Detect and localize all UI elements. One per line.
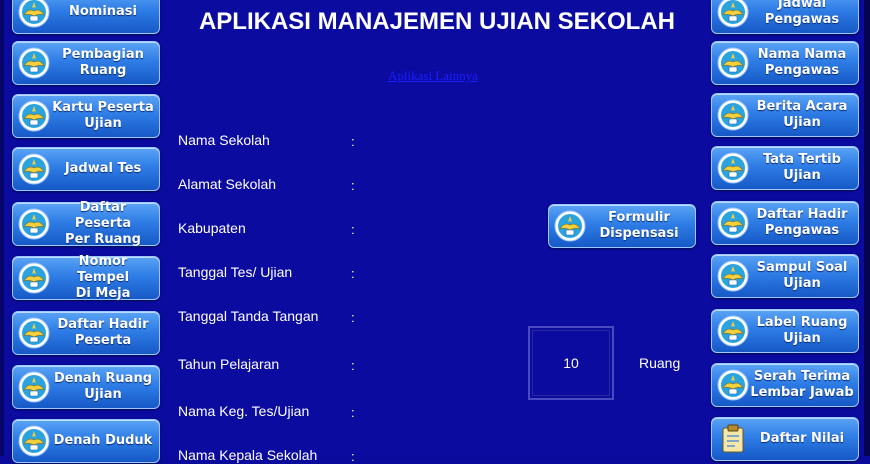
button-label: Label Ruang Ujian: [756, 315, 848, 346]
tut-wuri-logo-icon: [716, 151, 750, 185]
tut-wuri-logo-icon: [17, 261, 51, 295]
label-tahun-pelajaran: Tahun Pelajaran: [178, 356, 280, 372]
separator-colon: :: [351, 310, 355, 325]
button-label: Berita Acara Ujian: [756, 99, 848, 130]
tut-wuri-logo-icon: [716, 368, 750, 402]
serah-terima-button[interactable]: Serah Terima Lembar Jawab: [711, 363, 859, 407]
separator-colon: :: [351, 266, 355, 281]
button-label: Daftar Hadir Pengawas: [756, 207, 848, 238]
separator-colon: :: [351, 405, 355, 420]
daftar-hadir-peserta-button[interactable]: Daftar Hadir Peserta: [12, 311, 160, 355]
window-edge-left: [0, 0, 4, 456]
button-label: Pembagian Ruang: [62, 47, 144, 78]
daftar-peserta-button[interactable]: Daftar Peserta Per Ruang: [12, 200, 160, 247]
tut-wuri-logo-icon: [716, 259, 750, 293]
button-label: Nominasi: [68, 4, 138, 19]
other-apps-link[interactable]: Aplikasi Lainnya: [388, 68, 478, 84]
button-label: Jadwal Tes: [64, 161, 142, 176]
button-label: Formulir Dispensasi: [599, 210, 679, 241]
separator-colon: :: [351, 449, 355, 464]
button-label: Nama Nama Pengawas: [757, 47, 847, 78]
tanggal-tes-field[interactable]: [362, 262, 692, 282]
room-count-field[interactable]: 10: [528, 326, 614, 400]
button-label: Sampul Soal Ujian: [756, 260, 848, 291]
tut-wuri-logo-icon: [17, 152, 51, 186]
kartu-peserta-button[interactable]: Kartu Peserta Ujian: [12, 94, 160, 138]
tut-wuri-logo-icon: [17, 370, 51, 404]
pembagian-ruang-button[interactable]: Pembagian Ruang: [12, 41, 160, 85]
separator-colon: :: [351, 222, 355, 237]
tata-tertib-button[interactable]: Tata Tertib Ujian: [711, 146, 859, 190]
label-ruang-button[interactable]: Label Ruang Ujian: [711, 309, 859, 353]
tut-wuri-logo-icon: [716, 0, 750, 29]
page-title: APLIKASI MANAJEMEN UJIAN SEKOLAH: [198, 8, 676, 35]
nominasi-button[interactable]: Nominasi: [12, 0, 160, 34]
button-label: Nomor Tempel Di Meja: [75, 254, 131, 301]
berita-acara-button[interactable]: Berita Acara Ujian: [711, 93, 859, 137]
separator-colon: :: [351, 358, 355, 373]
nama-kepala-sekolah-field[interactable]: [362, 445, 692, 456]
tut-wuri-logo-icon: [553, 209, 587, 243]
alamat-sekolah-field[interactable]: [362, 174, 692, 194]
room-label: Ruang: [639, 355, 681, 371]
button-label: Denah Ruang Ujian: [53, 371, 152, 402]
button-label: Daftar Peserta Per Ruang: [65, 200, 141, 247]
tut-wuri-logo-icon: [716, 206, 750, 240]
kabupaten-field[interactable]: [362, 218, 542, 238]
nama-sekolah-field[interactable]: [362, 130, 692, 150]
button-label: Serah Terima Lembar Jawab: [750, 369, 854, 400]
nama-kegiatan-field[interactable]: [362, 401, 692, 421]
button-label: Jadwal Pengawas: [764, 0, 840, 27]
tahun-pelajaran-field[interactable]: [362, 354, 522, 374]
label-tanggal-tanda-tangan: Tanggal Tanda Tangan: [178, 308, 319, 324]
tut-wuri-logo-icon: [17, 0, 51, 29]
label-nama-kegiatan: Nama Keg. Tes/Ujian: [178, 403, 310, 419]
denah-duduk-button[interactable]: Denah Duduk: [12, 419, 160, 463]
tut-wuri-logo-icon: [716, 46, 750, 80]
room-count-value: 10: [563, 355, 579, 371]
nama-pengawas-button[interactable]: Nama Nama Pengawas: [711, 41, 859, 85]
sampul-soal-button[interactable]: Sampul Soal Ujian: [711, 254, 859, 298]
separator-colon: :: [351, 134, 355, 149]
daftar-hadir-pengawas-button[interactable]: Daftar Hadir Pengawas: [711, 201, 859, 245]
formulir-dispensasi-button[interactable]: Formulir Dispensasi: [548, 204, 696, 248]
jadwal-tes-button[interactable]: Jadwal Tes: [12, 147, 160, 191]
label-nama-kepala-sekolah: Nama Kepala Sekolah: [178, 447, 318, 463]
jadwal-pengawas-button[interactable]: Jadwal Pengawas: [711, 0, 859, 34]
tut-wuri-logo-icon: [716, 98, 750, 132]
tanggal-tanda-tangan-field[interactable]: [362, 306, 522, 326]
button-label: Kartu Peserta Ujian: [52, 100, 154, 131]
nomor-tempel-button[interactable]: Nomor Tempel Di Meja: [12, 254, 160, 301]
button-label: Daftar Nilai: [759, 431, 845, 446]
label-tanggal-tes: Tanggal Tes/ Ujian: [178, 264, 293, 280]
tut-wuri-logo-icon: [17, 207, 51, 241]
tut-wuri-logo-icon: [17, 316, 51, 350]
tut-wuri-logo-icon: [716, 314, 750, 348]
tut-wuri-logo-icon: [17, 424, 51, 458]
tut-wuri-logo-icon: [17, 99, 51, 133]
tut-wuri-logo-icon: [17, 46, 51, 80]
button-label: Daftar Hadir Peserta: [57, 317, 149, 348]
denah-ruang-button[interactable]: Denah Ruang Ujian: [12, 365, 160, 409]
window-edge-right: [864, 0, 870, 456]
button-label: Denah Duduk: [53, 433, 153, 448]
clipboard-icon: [716, 422, 750, 456]
separator-colon: :: [351, 178, 355, 193]
daftar-nilai-button[interactable]: Daftar Nilai: [711, 417, 859, 461]
button-label: Tata Tertib Ujian: [763, 152, 841, 183]
label-nama-sekolah: Nama Sekolah: [178, 132, 270, 148]
label-kabupaten: Kabupaten: [178, 220, 246, 236]
label-alamat-sekolah: Alamat Sekolah: [178, 176, 277, 192]
